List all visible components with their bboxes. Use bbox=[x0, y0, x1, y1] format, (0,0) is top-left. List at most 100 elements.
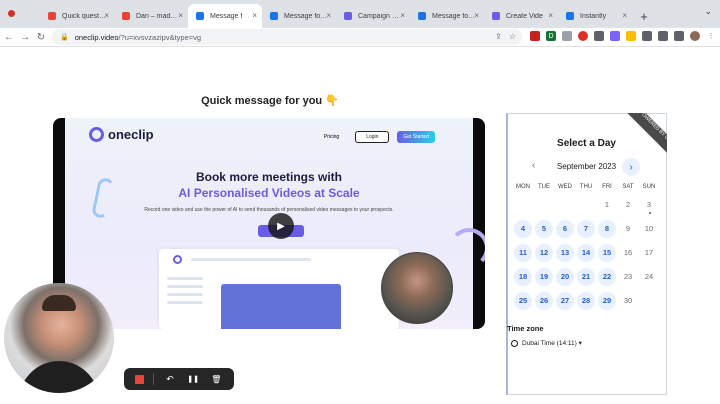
available-day[interactable]: 5 bbox=[535, 220, 553, 238]
available-day[interactable]: 7 bbox=[577, 220, 595, 238]
tab-label: Campaign Det bbox=[358, 12, 402, 20]
oneclip-logo-text: oneclip bbox=[108, 127, 154, 142]
next-month-button[interactable]: › bbox=[622, 158, 640, 176]
browser-tab[interactable]: Create Vide × bbox=[484, 4, 558, 28]
webcam-bubble bbox=[4, 283, 114, 393]
tab-close-icon[interactable]: × bbox=[252, 11, 257, 20]
extensions-puzzle-icon[interactable] bbox=[642, 31, 652, 41]
browser-tab[interactable]: Dan – made this× bbox=[114, 4, 188, 28]
tab-favicon-icon bbox=[270, 12, 278, 20]
tab-favicon-icon bbox=[196, 12, 204, 20]
unavailable-day: 17 bbox=[644, 248, 654, 257]
reload-icon[interactable]: ↻ bbox=[34, 32, 48, 43]
address-bar[interactable]: 🔒 oneclip.video/?u=xvsvzazipv&type=vg ⇪ … bbox=[52, 29, 522, 45]
available-day[interactable]: 22 bbox=[598, 268, 616, 286]
tab-close-icon[interactable]: × bbox=[474, 11, 479, 20]
url-host: oneclip.video bbox=[74, 32, 119, 42]
extension-grey-icon[interactable] bbox=[562, 31, 572, 41]
tab-close-icon[interactable]: × bbox=[104, 11, 109, 20]
side-panel-icon[interactable] bbox=[674, 31, 684, 41]
tab-close-icon[interactable]: × bbox=[326, 11, 331, 20]
download-icon[interactable] bbox=[658, 31, 668, 41]
available-day[interactable]: 28 bbox=[577, 292, 595, 310]
get-started-button: Get Started bbox=[397, 131, 435, 143]
tab-label: Message for yo bbox=[284, 12, 328, 20]
unavailable-day: 10 bbox=[644, 224, 654, 233]
tab-close-icon[interactable]: × bbox=[548, 11, 553, 20]
browser-tab[interactable]: Message for yo × bbox=[410, 4, 484, 28]
stop-recording-icon[interactable] bbox=[134, 374, 144, 384]
mockup-video-card bbox=[221, 284, 341, 329]
available-day[interactable]: 21 bbox=[577, 268, 595, 286]
forward-icon[interactable]: → bbox=[18, 32, 32, 43]
mockup-line bbox=[167, 301, 203, 304]
url-path: /?u=xvsvzazipv&type=vg bbox=[118, 32, 202, 42]
available-day[interactable]: 8 bbox=[598, 220, 616, 238]
lock-icon: 🔒 bbox=[60, 34, 69, 41]
bookmark-star-icon[interactable]: ☆ bbox=[509, 32, 516, 41]
unavailable-day: 16 bbox=[623, 248, 633, 257]
timezone-selector[interactable]: Dubai Time (14:11) ▾ bbox=[511, 339, 582, 347]
available-day[interactable]: 18 bbox=[514, 268, 532, 286]
available-day[interactable]: 14 bbox=[577, 244, 595, 262]
tab-favicon-icon bbox=[418, 12, 426, 20]
weekday-header: THU bbox=[579, 184, 593, 190]
play-button-icon[interactable]: ▶ bbox=[268, 213, 294, 239]
extension-dark-icon[interactable] bbox=[594, 31, 604, 41]
extension-record-icon[interactable] bbox=[578, 31, 588, 41]
available-day[interactable]: 25 bbox=[514, 292, 532, 310]
available-day[interactable]: 6 bbox=[556, 220, 574, 238]
undo-icon[interactable]: ↶ bbox=[163, 374, 177, 385]
weekday-header: SAT bbox=[622, 184, 634, 190]
delete-icon[interactable]: 🗑 bbox=[209, 375, 223, 384]
browser-tab[interactable]: Quick question × bbox=[40, 4, 114, 28]
available-day[interactable]: 4 bbox=[514, 220, 532, 238]
available-day[interactable]: 26 bbox=[535, 292, 553, 310]
profile-avatar[interactable] bbox=[690, 31, 700, 41]
browser-tab[interactable]: Message f × bbox=[188, 4, 262, 28]
browser-tab[interactable]: Campaign Det × bbox=[336, 4, 410, 28]
available-day[interactable]: 15 bbox=[598, 244, 616, 262]
available-day[interactable]: 12 bbox=[535, 244, 553, 262]
tab-favicon-icon bbox=[566, 12, 574, 20]
available-day[interactable]: 13 bbox=[556, 244, 574, 262]
extension-green-icon[interactable]: D bbox=[546, 31, 556, 41]
new-tab-button[interactable]: + bbox=[636, 4, 652, 28]
hero-description: Record one video and use the power of AI… bbox=[144, 207, 394, 213]
extension-red-icon[interactable] bbox=[530, 31, 540, 41]
tab-favicon-icon bbox=[122, 12, 130, 20]
available-day[interactable]: 29 bbox=[598, 292, 616, 310]
tab-label: Dan – made this bbox=[136, 12, 180, 20]
tab-close-icon[interactable]: × bbox=[622, 11, 627, 20]
hero-title: Book more meetings with bbox=[195, 170, 343, 184]
tab-close-icon[interactable]: × bbox=[400, 11, 405, 20]
tab-strip: Quick question×Dan – made this×Message f… bbox=[0, 0, 720, 28]
controls-divider bbox=[152, 373, 154, 385]
browser-tab[interactable]: Instantly × bbox=[558, 4, 632, 28]
presenter-bubble bbox=[381, 252, 453, 324]
extension-purple-icon[interactable] bbox=[610, 31, 620, 41]
extension-yellow-icon[interactable] bbox=[626, 31, 636, 41]
mockup-line bbox=[167, 285, 203, 288]
current-month: September 2023 bbox=[556, 162, 617, 171]
login-button: Login bbox=[355, 131, 390, 143]
available-day[interactable]: 20 bbox=[556, 268, 574, 286]
browser-tab[interactable]: Message for yo × bbox=[262, 4, 336, 28]
mockup-line bbox=[167, 293, 203, 296]
pause-icon[interactable]: ❚❚ bbox=[186, 375, 200, 383]
menu-kebab-icon[interactable]: ⋮ bbox=[706, 31, 716, 41]
select-day-title: Select a Day bbox=[557, 138, 616, 149]
available-day[interactable]: 11 bbox=[514, 244, 532, 262]
available-day[interactable]: 27 bbox=[556, 292, 574, 310]
share-icon[interactable]: ⇪ bbox=[495, 32, 502, 41]
month-navigator: ‹ September 2023 › bbox=[506, 158, 667, 176]
oneclip-logo: oneclip bbox=[89, 127, 154, 142]
tab-close-icon[interactable]: × bbox=[178, 11, 183, 20]
page-heading: Quick message for you 👇 bbox=[201, 95, 339, 107]
available-day[interactable]: 19 bbox=[535, 268, 553, 286]
calendly-ribbon: POWERED BY Calendly bbox=[621, 113, 667, 159]
back-icon[interactable]: ← bbox=[2, 32, 16, 43]
tab-search-icon[interactable]: ⌄ bbox=[704, 6, 712, 17]
mockup-logo-icon bbox=[173, 255, 182, 264]
oneclip-logo-icon bbox=[89, 127, 104, 142]
